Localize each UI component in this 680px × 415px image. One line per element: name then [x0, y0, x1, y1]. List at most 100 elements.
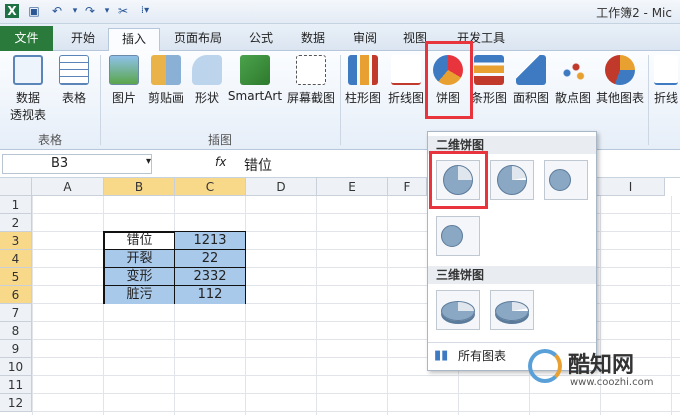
customize-icon[interactable]: ✂	[116, 4, 130, 18]
column-header[interactable]: E	[317, 178, 388, 196]
bar-of-pie-option[interactable]	[436, 216, 480, 256]
sparkline-label: 折线	[653, 91, 678, 105]
name-box-dropdown-icon[interactable]: ▾	[146, 156, 151, 167]
pivot-table-label-2: 透视表	[9, 108, 46, 122]
picture-label: 图片	[111, 91, 136, 105]
bar-chart-button[interactable]: 条形图	[468, 55, 510, 106]
watermark-url: www.coozhi.com	[570, 377, 654, 388]
bar-chart-label: 条形图	[470, 91, 507, 105]
row-header[interactable]: 10	[0, 358, 32, 376]
name-box[interactable]: B3	[2, 154, 152, 174]
tab-insert[interactable]: 插入	[108, 28, 160, 51]
row-header[interactable]: 8	[0, 322, 32, 340]
exploded-pie-3d-icon	[495, 301, 529, 321]
section-3d-pie-heading: 三维饼图	[428, 266, 596, 284]
undo-icon[interactable]: ↶	[50, 4, 64, 18]
group-separator	[100, 55, 101, 145]
tab-review[interactable]: 审阅	[342, 28, 388, 51]
table-cell-name[interactable]: 变形	[105, 268, 175, 286]
group-tables-label: 表格	[37, 133, 62, 147]
pie-of-pie-icon	[549, 169, 571, 191]
table-cell-value[interactable]: 112	[175, 286, 245, 304]
row-header[interactable]: 7	[0, 304, 32, 322]
screenshot-label: 屏幕截图	[286, 91, 335, 105]
row-header[interactable]: 12	[0, 394, 32, 412]
tab-page-layout[interactable]: 页面布局	[162, 28, 234, 51]
select-all-corner[interactable]	[0, 178, 32, 196]
pie-of-pie-option[interactable]	[544, 160, 588, 200]
table-cell-value[interactable]: 2332	[175, 268, 245, 286]
picture-button[interactable]: 图片	[104, 55, 144, 106]
sparkline-icon	[654, 55, 678, 85]
tab-file[interactable]: 文件	[0, 26, 53, 51]
other-charts-button[interactable]: 其他图表	[594, 55, 646, 106]
column-header[interactable]: F	[388, 178, 427, 196]
exploded-pie-3d-option[interactable]	[490, 290, 534, 330]
column-chart-button[interactable]: 柱形图	[342, 55, 384, 106]
screenshot-button[interactable]: 屏幕截图	[284, 55, 338, 106]
exploded-pie-icon	[497, 165, 527, 195]
doughnut-chart-icon	[605, 55, 635, 85]
line-chart-button[interactable]: 折线图	[384, 55, 428, 106]
shapes-icon	[192, 55, 222, 85]
table-cell-name[interactable]: 开裂	[105, 250, 175, 268]
tab-formulas[interactable]: 公式	[238, 28, 284, 51]
scatter-chart-label: 散点图	[554, 91, 591, 105]
smartart-icon	[240, 55, 270, 85]
group-separator	[340, 55, 341, 145]
smartart-button[interactable]: SmartArt	[226, 55, 284, 103]
column-header[interactable]: B	[104, 178, 175, 196]
clipart-label: 剪贴画	[147, 91, 184, 105]
table-cell-value[interactable]: 22	[175, 250, 245, 268]
row-header[interactable]: 5	[0, 268, 32, 286]
column-header[interactable]: A	[32, 178, 104, 196]
other-charts-label: 其他图表	[595, 91, 644, 105]
table-button[interactable]: 表格	[54, 55, 94, 106]
row-header[interactable]: 4	[0, 250, 32, 268]
pivot-table-button[interactable]: 数据 透视表	[4, 55, 52, 123]
formula-value[interactable]: 错位	[244, 155, 272, 175]
undo-dropdown-icon[interactable]: ▾	[68, 4, 82, 18]
column-chart-icon	[348, 55, 378, 85]
fx-icon[interactable]: fx	[215, 155, 226, 169]
bar-chart-icon	[474, 55, 504, 85]
tab-data[interactable]: 数据	[290, 28, 336, 51]
column-header[interactable]: I	[597, 178, 665, 196]
all-chart-types-label: 所有图表	[458, 349, 507, 363]
shapes-label: 形状	[194, 91, 219, 105]
sparkline-button[interactable]: 折线	[652, 55, 680, 106]
row-header[interactable]: 3	[0, 232, 32, 250]
row-header[interactable]: 6	[0, 286, 32, 304]
table-cell-name[interactable]: 脏污	[105, 286, 175, 304]
qat-menu-icon[interactable]: ⁞▾	[138, 4, 152, 18]
shapes-button[interactable]: 形状	[188, 55, 226, 106]
line-chart-icon	[391, 55, 421, 85]
column-header[interactable]: D	[246, 178, 317, 196]
redo-icon[interactable]: ↷	[83, 4, 97, 18]
save-icon[interactable]: ▣	[27, 4, 41, 18]
tab-home[interactable]: 开始	[58, 28, 108, 51]
pie-option-highlight	[429, 151, 488, 209]
pivot-table-icon	[13, 55, 43, 85]
table-cell-value[interactable]: 1213	[175, 232, 245, 250]
area-chart-icon	[516, 55, 546, 85]
scatter-chart-button[interactable]: 散点图	[552, 55, 594, 106]
line-chart-label: 折线图	[387, 91, 424, 105]
pie-3d-option[interactable]	[436, 290, 480, 330]
row-header[interactable]: 9	[0, 340, 32, 358]
area-chart-button[interactable]: 面积图	[510, 55, 552, 106]
area-chart-label: 面积图	[512, 91, 549, 105]
watermark: 酷知网 www.coozhi.com	[528, 345, 678, 405]
redo-dropdown-icon[interactable]: ▾	[100, 4, 114, 18]
screenshot-icon	[296, 55, 326, 85]
group-illustrations-label: 插图	[207, 133, 232, 147]
watermark-text: 酷知网	[568, 353, 635, 378]
clipart-button[interactable]: 剪贴画	[144, 55, 188, 106]
exploded-pie-2d-option[interactable]	[490, 160, 534, 200]
row-header[interactable]: 2	[0, 214, 32, 232]
column-header[interactable]: C	[175, 178, 246, 196]
row-header[interactable]: 1	[0, 196, 32, 214]
row-header[interactable]: 11	[0, 376, 32, 394]
excel-icon: X	[5, 4, 19, 18]
table-cell-name[interactable]: 错位	[105, 232, 175, 250]
